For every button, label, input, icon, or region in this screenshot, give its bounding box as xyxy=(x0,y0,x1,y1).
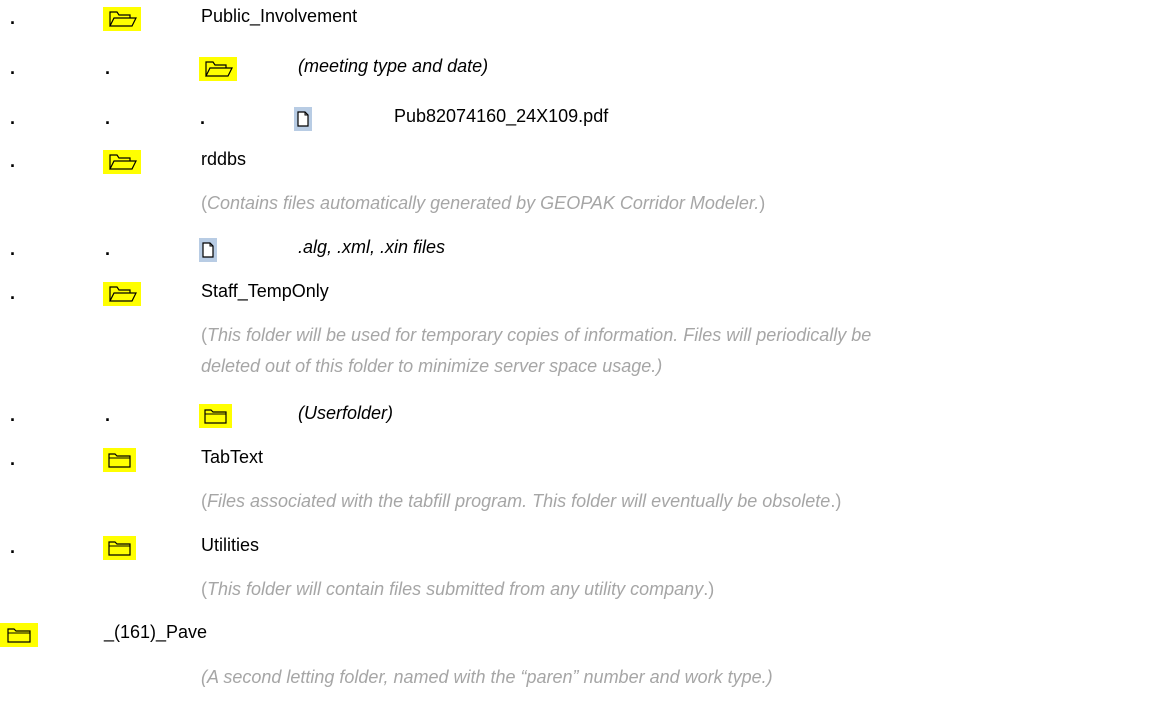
indent-dot: . xyxy=(105,239,111,259)
indent-dot: . xyxy=(105,58,111,78)
indent-dot: . xyxy=(10,8,16,28)
indent-dot: . xyxy=(10,283,16,303)
closed-folder-icon xyxy=(0,623,38,652)
folder-description: (Contains files automatically generated … xyxy=(201,193,766,213)
file-name: Pub82074160_24X109.pdf xyxy=(394,106,609,126)
tree-row-alg-files[interactable]: . . .alg, .xml, .xin files xyxy=(0,237,1163,268)
file-icon xyxy=(294,107,312,136)
indent-dot: . xyxy=(10,108,16,128)
indent-dot: . xyxy=(10,405,16,425)
indent-dot: . xyxy=(10,58,16,78)
indent-dot: . xyxy=(10,239,16,259)
tree-row-meeting[interactable]: . . (meeting type and date) xyxy=(0,56,1163,87)
tree-row-rddbs[interactable]: . rddbs xyxy=(0,149,1163,180)
tree-row-public-involvement[interactable]: . Public_Involvement xyxy=(0,6,1163,37)
folder-name: (meeting type and date) xyxy=(298,56,489,76)
folder-description-continued: deleted out of this folder to minimize s… xyxy=(201,356,663,376)
closed-folder-icon xyxy=(103,448,136,477)
folder-name: rddbs xyxy=(201,149,247,169)
tree-row-utilities[interactable]: . Utilities xyxy=(0,535,1163,566)
closed-folder-icon xyxy=(199,404,232,433)
indent-dot: . xyxy=(105,108,111,128)
tree-row-pdf-file[interactable]: . . . Pub82074160_24X109.pdf xyxy=(0,106,1163,137)
file-icon xyxy=(199,238,217,267)
folder-name: Staff_TempOnly xyxy=(201,281,329,301)
indent-dot: . xyxy=(105,405,111,425)
folder-name: TabText xyxy=(201,447,264,467)
folder-description: (Files associated with the tabfill progr… xyxy=(201,491,842,511)
indent-dot: . xyxy=(10,151,16,171)
file-name: .alg, .xml, .xin files xyxy=(298,237,446,257)
indent-dot: . xyxy=(10,449,16,469)
open-folder-icon xyxy=(103,150,141,179)
closed-folder-icon xyxy=(103,536,136,565)
folder-description: (This folder will contain files submitte… xyxy=(201,579,715,599)
indent-dot: . xyxy=(200,108,206,128)
folder-name: Utilities xyxy=(201,535,260,555)
tree-row-tabtext[interactable]: . TabText xyxy=(0,447,1163,478)
tree-row-staff-temponly[interactable]: . Staff_TempOnly xyxy=(0,281,1163,312)
folder-name: Public_Involvement xyxy=(201,6,358,26)
open-folder-icon xyxy=(199,57,237,86)
tree-row-161-pave[interactable]: _(161)_Pave xyxy=(0,622,1163,653)
indent-dot: . xyxy=(10,537,16,557)
folder-name: (Userfolder) xyxy=(298,403,394,423)
open-folder-icon xyxy=(103,282,141,311)
open-folder-icon xyxy=(103,7,141,36)
folder-name: _(161)_Pave xyxy=(104,622,208,642)
folder-description: (This folder will be used for temporary … xyxy=(201,325,872,345)
folder-description: (A second letting folder, named with the… xyxy=(201,667,773,687)
tree-row-userfolder[interactable]: . . (Userfolder) xyxy=(0,403,1163,434)
